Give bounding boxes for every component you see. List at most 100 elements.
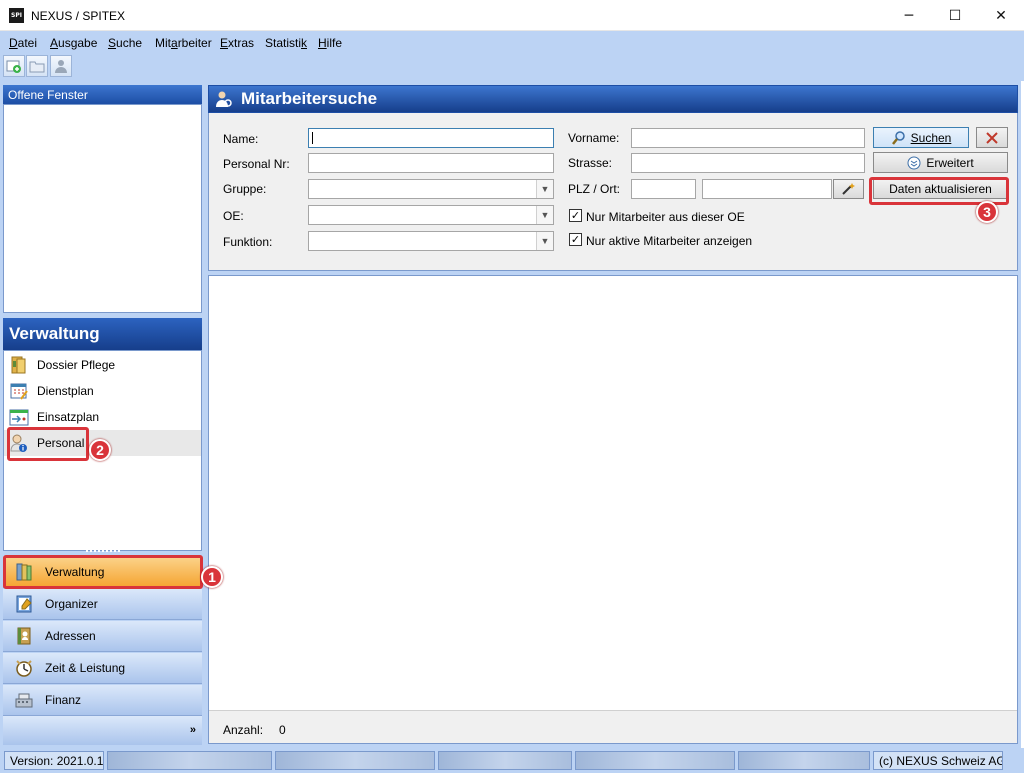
copyright-status: (c) NEXUS Schweiz AG bbox=[873, 751, 1003, 770]
checkbox-nur-aktive[interactable]: ✓ bbox=[569, 233, 582, 246]
open-folder-button[interactable] bbox=[26, 55, 48, 77]
menu-datei[interactable]: Datei bbox=[9, 36, 37, 50]
nav-button-finanz[interactable]: Finanz bbox=[3, 685, 202, 716]
annotation-badge-3: 3 bbox=[976, 201, 998, 223]
clear-search-button[interactable] bbox=[976, 127, 1008, 148]
annotation-badge-1: 1 bbox=[201, 566, 223, 588]
results-footer: Anzahl: 0 bbox=[209, 710, 1017, 743]
chevron-down-icon: ▼ bbox=[536, 206, 553, 224]
notebook-icon bbox=[13, 593, 35, 615]
nav-button-adressen[interactable]: Adressen bbox=[3, 621, 202, 652]
checkbox-nur-oe-label: Nur Mitarbeiter aus dieser OE bbox=[586, 210, 745, 224]
open-windows-header: Offene Fenster bbox=[3, 85, 202, 104]
gruppe-select[interactable]: ▼ bbox=[308, 179, 554, 199]
verwaltung-header: Verwaltung bbox=[3, 318, 202, 350]
search-header: Mitarbeitersuche bbox=[208, 85, 1018, 113]
funktion-label: Funktion: bbox=[223, 235, 273, 249]
window-title: NEXUS / SPITEX bbox=[31, 9, 126, 23]
nav-overflow-button[interactable]: » bbox=[3, 716, 202, 745]
count-label: Anzahl: bbox=[223, 723, 264, 737]
nav-button-label: Organizer bbox=[45, 597, 98, 611]
funktion-select[interactable]: ▼ bbox=[308, 231, 554, 251]
panel-splitter[interactable] bbox=[86, 550, 120, 554]
vorname-label: Vorname: bbox=[568, 131, 620, 145]
dossier-icon bbox=[9, 355, 29, 375]
oe-select[interactable]: ▼ bbox=[308, 205, 554, 225]
plz-ort-label: PLZ / Ort: bbox=[568, 182, 621, 196]
personal-nr-label: Personal Nr: bbox=[223, 157, 290, 171]
menu-mitarbeiter[interactable]: Mitarbeiter bbox=[155, 36, 212, 50]
chevron-double-icon: » bbox=[189, 724, 196, 736]
results-list[interactable]: Anzahl: 0 bbox=[208, 275, 1018, 744]
close-button[interactable]: ✕ bbox=[978, 0, 1024, 31]
menu-ausgabe[interactable]: Ausgabe bbox=[50, 36, 97, 50]
sidebar-item-label: Dossier Pflege bbox=[37, 358, 116, 372]
checkbox-nur-oe[interactable]: ✓ bbox=[569, 209, 582, 222]
checkbox-nur-aktive-label: Nur aktive Mitarbeiter anzeigen bbox=[586, 234, 753, 248]
new-window-button[interactable] bbox=[3, 55, 25, 77]
address-book-icon bbox=[13, 625, 35, 647]
personal-nr-input[interactable] bbox=[308, 153, 554, 173]
status-field-4 bbox=[575, 751, 735, 770]
status-field-3 bbox=[438, 751, 572, 770]
folder-icon bbox=[29, 61, 45, 73]
annotation-badge-2: 2 bbox=[89, 439, 111, 461]
schedule-icon bbox=[9, 407, 29, 427]
menu-hilfe[interactable]: Hilfe bbox=[318, 36, 342, 50]
maximize-button[interactable]: ☐ bbox=[932, 0, 978, 31]
menu-bar: Datei Ausgabe Suche Mitarbeiter Extras S… bbox=[0, 31, 1024, 53]
clear-filter-icon bbox=[986, 131, 998, 144]
app-icon: SPI bbox=[9, 8, 24, 23]
chevron-down-icon: ▼ bbox=[536, 180, 553, 198]
minimize-button[interactable]: ─ bbox=[886, 0, 932, 31]
plz-input[interactable] bbox=[631, 179, 696, 199]
highlight-verwaltung bbox=[3, 555, 203, 589]
title-bar: SPI NEXUS / SPITEX ─ ☐ ✕ bbox=[0, 0, 1024, 31]
new-window-icon bbox=[6, 60, 21, 73]
nav-button-label: Zeit & Leistung bbox=[45, 661, 126, 675]
sidebar-item-dienstplan[interactable]: Dienstplan bbox=[4, 378, 201, 404]
toolbar bbox=[0, 53, 1024, 81]
version-status: Version: 2021.0.1 bbox=[4, 751, 104, 770]
nav-button-label: Adressen bbox=[45, 629, 96, 643]
status-field-1 bbox=[107, 751, 272, 770]
magic-wand-icon bbox=[841, 183, 855, 195]
user-lookup-button[interactable] bbox=[50, 55, 72, 77]
menu-suche[interactable]: Suche bbox=[108, 36, 142, 50]
nav-button-organizer[interactable]: Organizer bbox=[3, 589, 202, 620]
open-windows-list bbox=[3, 104, 202, 313]
count-value: 0 bbox=[279, 723, 286, 737]
strasse-label: Strasse: bbox=[568, 156, 613, 170]
user-search-icon bbox=[215, 90, 233, 108]
gruppe-label: Gruppe: bbox=[223, 182, 267, 196]
menu-statistik[interactable]: Statistik bbox=[265, 36, 307, 50]
strasse-input[interactable] bbox=[631, 153, 865, 173]
user-lookup-icon bbox=[55, 60, 67, 73]
calendar-icon bbox=[9, 381, 29, 401]
nav-button-zeit-leistung[interactable]: Zeit & Leistung bbox=[3, 653, 202, 684]
sidebar-item-label: Einsatzplan bbox=[37, 410, 100, 424]
status-field-5 bbox=[738, 751, 870, 770]
suchen-button[interactable]: Suchen bbox=[873, 127, 969, 148]
highlight-personal bbox=[7, 427, 89, 461]
name-input[interactable] bbox=[308, 128, 554, 148]
cash-register-icon bbox=[13, 689, 35, 711]
oe-label: OE: bbox=[223, 209, 244, 223]
left-panel: Offene Fenster Verwaltung Dossier Pflege… bbox=[0, 81, 204, 748]
clock-icon bbox=[13, 657, 35, 679]
erweitert-button[interactable]: Erweitert bbox=[873, 152, 1008, 173]
chevron-down-icon: ▼ bbox=[536, 232, 553, 250]
ort-input[interactable] bbox=[702, 179, 832, 199]
search-icon bbox=[891, 130, 905, 145]
vorname-input[interactable] bbox=[631, 128, 865, 148]
status-field-2 bbox=[275, 751, 435, 770]
sidebar-item-dossier-pflege[interactable]: Dossier Pflege bbox=[4, 352, 201, 378]
name-label: Name: bbox=[223, 132, 259, 146]
menu-extras[interactable]: Extras bbox=[220, 36, 254, 50]
page-title: Mitarbeitersuche bbox=[241, 89, 378, 108]
nav-button-label: Finanz bbox=[45, 693, 82, 707]
chevron-down-icon bbox=[907, 156, 921, 169]
status-bar: Version: 2021.0.1 (c) NEXUS Schweiz AG bbox=[0, 748, 1024, 773]
plz-lookup-button[interactable] bbox=[833, 179, 864, 199]
sidebar-item-label: Dienstplan bbox=[37, 384, 94, 398]
